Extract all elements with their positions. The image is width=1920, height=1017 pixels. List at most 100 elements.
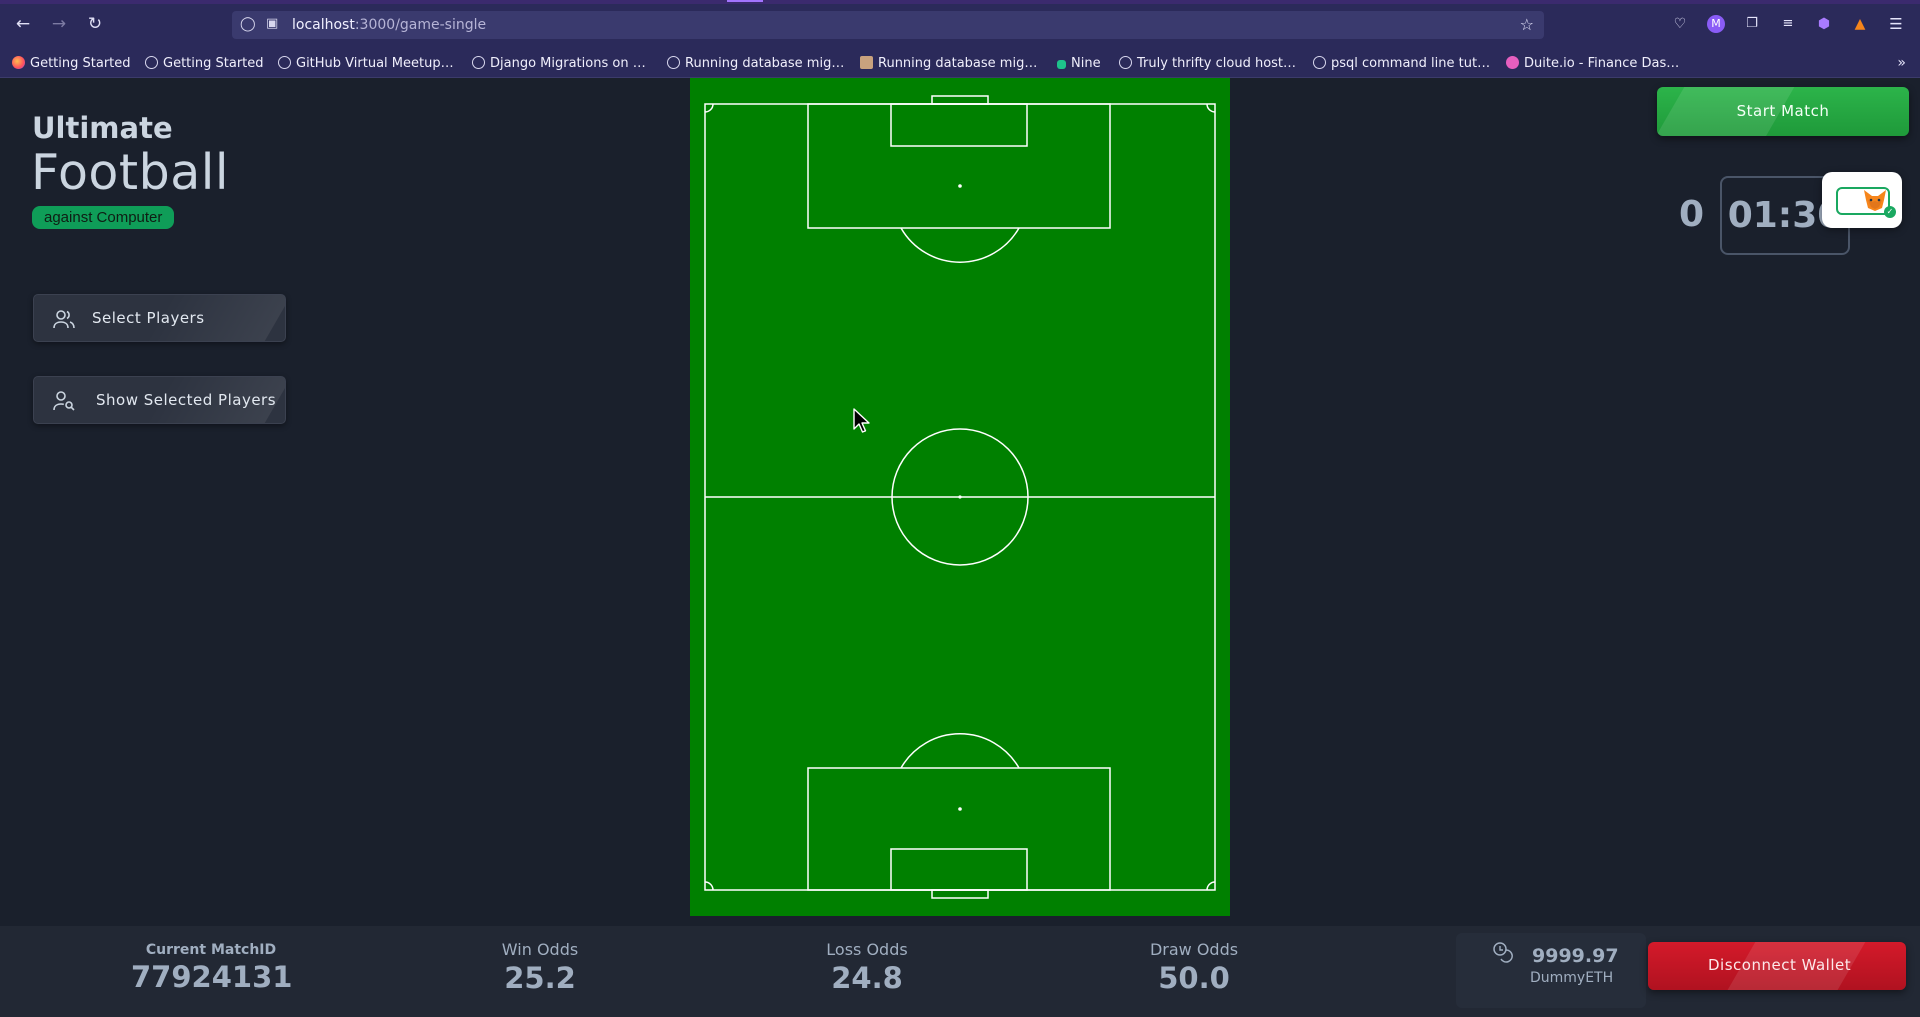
bottom-penalty-spot: [958, 807, 962, 811]
brand-title-main: Football: [31, 144, 229, 201]
bookmark-item[interactable]: GitHub Virtual Meetup…: [278, 56, 454, 74]
bookmark-label: Getting Started: [30, 56, 131, 71]
globe-icon: [1119, 56, 1132, 69]
page-info-icon[interactable]: ▣: [266, 16, 278, 31]
user-search-icon: [53, 391, 75, 411]
firefox-icon: [12, 56, 25, 69]
bookmark-item[interactable]: Duite.io - Finance Das…: [1506, 56, 1679, 74]
top-penalty-arc: [900, 227, 1020, 263]
url-path: :3000/game-single: [354, 17, 487, 33]
draw-odds-value: 50.0: [1158, 961, 1230, 995]
duite-icon: [1506, 56, 1519, 69]
menu-icon[interactable]: ☰: [1887, 15, 1905, 33]
football-pitch[interactable]: [690, 78, 1230, 916]
win-odds-value: 25.2: [504, 961, 576, 995]
loss-odds-label: Loss Odds: [826, 940, 908, 959]
url-text[interactable]: localhost:3000/game-single: [292, 17, 486, 33]
bottom-penalty-area: [807, 767, 1111, 891]
bookmark-item[interactable]: Nine: [1057, 56, 1101, 74]
bookmark-item[interactable]: Truly thrifty cloud host…: [1119, 56, 1296, 74]
bottom-penalty-arc: [900, 733, 1020, 769]
top-penalty-area: [807, 103, 1111, 229]
globe-icon: [278, 56, 291, 69]
address-bar[interactable]: ◯ ▣ localhost:3000/game-single ☆: [232, 11, 1544, 39]
corner-arc: [1206, 103, 1216, 113]
draw-odds-label: Draw Odds: [1149, 940, 1239, 959]
tracking-shield-icon[interactable]: ◯: [240, 16, 256, 32]
globe-icon: [145, 56, 158, 69]
coins-icon: [1493, 942, 1513, 963]
bookmark-item[interactable]: Running database mig…: [860, 56, 1037, 74]
globe-icon: [1313, 56, 1326, 69]
center-spot: [958, 495, 962, 499]
bookmarks-bar: Getting Started Getting Started GitHub V…: [0, 50, 1920, 78]
bookmark-item[interactable]: Running database mig…: [667, 56, 844, 74]
bookmark-item[interactable]: Getting Started: [12, 56, 131, 74]
bookmark-star-icon[interactable]: ☆: [1520, 15, 1534, 34]
library-icon[interactable]: ≡: [1779, 15, 1797, 33]
url-host: localhost: [292, 17, 355, 33]
bookmark-label: Truly thrifty cloud host…: [1137, 56, 1297, 71]
bookmark-label: GitHub Virtual Meetup…: [296, 56, 454, 71]
bookmark-label: Nine: [1071, 56, 1101, 71]
metamask-extension-icon[interactable]: ▲: [1851, 15, 1869, 33]
nine-icon: [1057, 60, 1066, 69]
pocket-icon[interactable]: ♡: [1671, 15, 1689, 33]
loss-odds-value: 24.8: [831, 961, 903, 995]
globe-icon: [667, 56, 680, 69]
bookmark-label: Running database mig…: [878, 56, 1038, 71]
active-tab-indicator: [727, 0, 763, 2]
corner-arc: [1206, 881, 1216, 891]
bottom-goal: [931, 889, 989, 899]
bookmarks-overflow-icon[interactable]: »: [1897, 55, 1906, 71]
corner-arc: [704, 103, 714, 113]
tab-strip: [0, 0, 1920, 4]
avatar-icon: [860, 56, 873, 69]
bookmark-item[interactable]: Getting Started: [145, 56, 264, 74]
start-match-label: Start Match: [1736, 102, 1830, 120]
disconnect-wallet-label: Disconnect Wallet: [1708, 956, 1852, 974]
win-odds-label: Win Odds: [501, 940, 579, 959]
draw-odds-stat: Draw Odds 50.0: [1124, 940, 1264, 995]
bookmark-label: Django Migrations on …: [490, 56, 646, 71]
wallet-balance: 9999.97 DummyETH: [1456, 933, 1646, 1008]
select-players-label: Select Players: [92, 309, 205, 327]
match-id-label: Current MatchID: [145, 942, 277, 958]
users-icon: [53, 310, 75, 329]
top-goal-area: [890, 103, 1028, 147]
corner-arc: [704, 881, 714, 891]
disconnect-wallet-button[interactable]: Disconnect Wallet: [1648, 942, 1906, 990]
pitch-markings: [704, 95, 1216, 899]
wallet-currency: DummyETH: [1530, 970, 1614, 986]
extensions-icon[interactable]: ❐: [1743, 15, 1761, 33]
show-selected-players-button[interactable]: Show Selected Players: [33, 376, 286, 424]
game-page: Ultimate Football against Computer Selec…: [0, 78, 1920, 1017]
brand-title-top: Ultimate: [32, 111, 173, 145]
game-mode-badge: against Computer: [32, 206, 175, 229]
match-id-value: 77924131: [131, 960, 293, 994]
forward-icon[interactable]: →: [48, 13, 70, 35]
account-avatar-icon[interactable]: M: [1707, 15, 1725, 33]
metamask-widget[interactable]: ✓: [1822, 172, 1902, 228]
back-icon[interactable]: ←: [12, 13, 34, 35]
extension-hex-icon[interactable]: ⬢: [1815, 15, 1833, 33]
bookmark-label: psql command line tut…: [1331, 56, 1491, 71]
bookmark-label: Duite.io - Finance Das…: [1524, 56, 1680, 71]
match-stats-bar: Current MatchID 77924131 Win Odds 25.2 L…: [0, 926, 1920, 1017]
reload-icon[interactable]: ↻: [84, 13, 106, 35]
bookmark-item[interactable]: Django Migrations on …: [472, 56, 646, 74]
bottom-goal-area: [890, 848, 1028, 891]
bookmark-label: Getting Started: [163, 56, 264, 71]
connected-check-icon: ✓: [1884, 206, 1896, 218]
loss-odds-stat: Loss Odds 24.8: [797, 940, 937, 995]
show-selected-players-label: Show Selected Players: [96, 391, 277, 409]
browser-toolbar: ← → ↻ ◯ ▣ localhost:3000/game-single ☆ ♡…: [0, 0, 1920, 50]
top-goal: [931, 95, 989, 105]
home-score: 0: [1679, 194, 1705, 235]
bookmark-label: Running database mig…: [685, 56, 845, 71]
bookmark-item[interactable]: psql command line tut…: [1313, 56, 1490, 74]
start-match-button[interactable]: Start Match: [1657, 87, 1909, 136]
win-odds-stat: Win Odds 25.2: [470, 940, 610, 995]
top-penalty-spot: [958, 184, 962, 188]
select-players-button[interactable]: Select Players: [33, 294, 286, 342]
